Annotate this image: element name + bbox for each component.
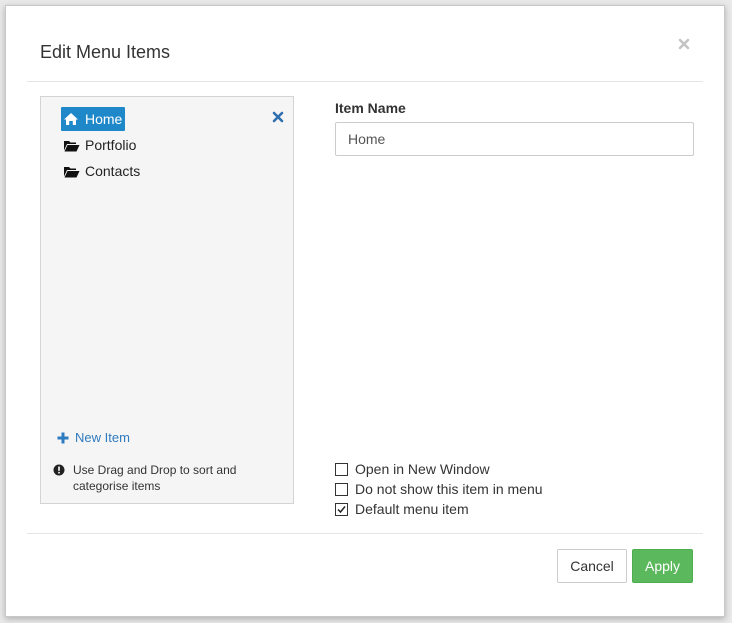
checkmark-icon — [337, 505, 346, 513]
folder-open-icon — [63, 137, 81, 153]
menu-tree-item-home[interactable]: Home — [61, 107, 126, 131]
checkbox-box[interactable] — [335, 502, 348, 516]
drag-drop-hint: Use Drag and Drop to sort and categorise… — [53, 462, 253, 494]
plus-icon — [56, 431, 70, 445]
folder-open-icon — [63, 163, 81, 179]
dialog-title: Edit Menu Items — [40, 42, 171, 62]
item-name-input[interactable] — [335, 122, 694, 156]
menu-tree-panel: Home Portfolio Contacts New Item Use Dra… — [40, 96, 294, 504]
cancel-button[interactable]: Cancel — [557, 549, 627, 583]
menu-tree-item-label: Contacts — [85, 163, 141, 179]
menu-tree-item-contacts[interactable]: Contacts — [61, 159, 143, 183]
checkbox-box[interactable] — [335, 482, 348, 496]
exclamation-circle-icon — [53, 464, 65, 476]
hint-text: Use Drag and Drop to sort and categorise… — [73, 463, 237, 493]
close-icon[interactable] — [676, 36, 692, 52]
checkbox-label: Open in New Window — [355, 461, 490, 477]
dialog-footer-divider — [27, 533, 703, 534]
checkbox-box[interactable] — [335, 462, 348, 476]
checkbox-label: Default menu item — [355, 501, 469, 517]
new-item-button[interactable]: New Item — [56, 430, 130, 445]
menu-tree-item-label: Home — [85, 111, 123, 127]
remove-icon[interactable] — [272, 110, 284, 123]
dialog-header: Edit Menu Items — [27, 6, 703, 82]
new-item-label: New Item — [75, 430, 130, 445]
hide-in-menu-checkbox[interactable]: Do not show this item in menu — [335, 480, 543, 498]
apply-button[interactable]: Apply — [632, 549, 693, 583]
menu-tree-item-portfolio[interactable]: Portfolio — [61, 133, 139, 157]
default-menu-item-checkbox[interactable]: Default menu item — [335, 500, 469, 518]
open-in-new-window-checkbox[interactable]: Open in New Window — [335, 460, 490, 478]
home-icon — [63, 111, 81, 127]
menu-tree-item-label: Portfolio — [85, 137, 137, 153]
checkbox-label: Do not show this item in menu — [355, 481, 543, 497]
item-name-label: Item Name — [335, 100, 406, 116]
edit-menu-items-dialog: Edit Menu Items Home Portfolio Contacts … — [5, 5, 725, 617]
